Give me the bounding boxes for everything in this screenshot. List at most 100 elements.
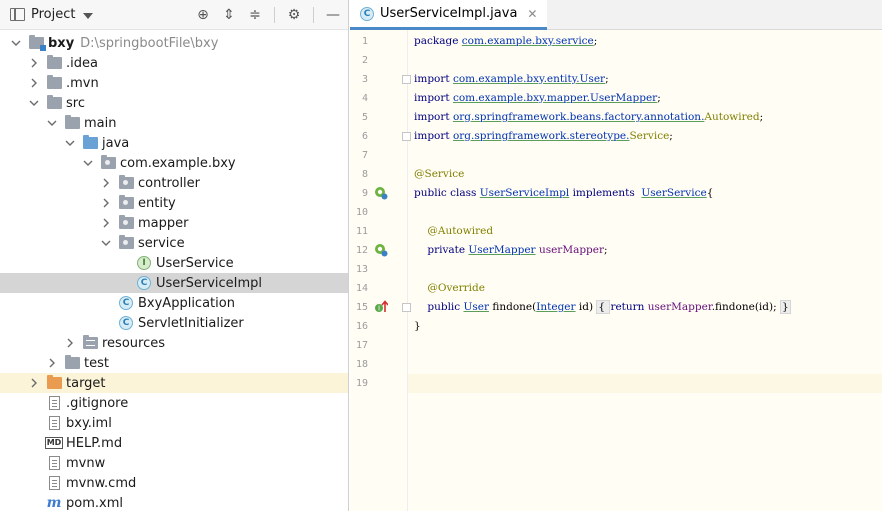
tree-node[interactable]: test bbox=[0, 353, 348, 373]
tree-node[interactable]: mvnw.cmd bbox=[0, 473, 348, 493]
line-number: 13 bbox=[355, 264, 368, 275]
tree-node[interactable]: C BxyApplication bbox=[0, 293, 348, 313]
code-token: UserMapper bbox=[468, 244, 536, 256]
collapse-all-icon[interactable]: ≑ bbox=[246, 6, 264, 24]
code-line[interactable]: import org.springframework.stereotype.Se… bbox=[414, 127, 673, 146]
tree-node-label: .idea bbox=[66, 55, 98, 71]
code-line[interactable]: @Override bbox=[414, 279, 485, 298]
tree-node[interactable]: I UserService bbox=[0, 253, 348, 273]
locate-icon[interactable]: ⊕ bbox=[194, 6, 212, 24]
tree-node-label: controller bbox=[138, 175, 201, 191]
chevron-down-icon[interactable] bbox=[28, 97, 40, 109]
tree-node[interactable]: service bbox=[0, 233, 348, 253]
tree-node[interactable]: mvnw bbox=[0, 453, 348, 473]
tree-node[interactable]: main bbox=[0, 113, 348, 133]
code-line[interactable]: private UserMapper userMapper; bbox=[414, 241, 607, 260]
line-number: 3 bbox=[361, 74, 368, 85]
chevron-right-icon[interactable] bbox=[64, 337, 76, 349]
project-tool-window: Project ⊕ ⇕ ≑ ⚙ — bxy D:\springbootFile\bxy .i… bbox=[0, 0, 349, 511]
tree-node[interactable]: .idea bbox=[0, 53, 348, 73]
tree-node[interactable]: C ServletInitializer bbox=[0, 313, 348, 333]
folder-icon bbox=[46, 75, 62, 90]
fold-icon[interactable] bbox=[402, 132, 411, 141]
chevron-down-icon[interactable] bbox=[64, 137, 76, 149]
code-token: UserService bbox=[641, 187, 707, 199]
package-dot bbox=[122, 240, 128, 245]
tree-node-label: entity bbox=[138, 195, 176, 211]
fold-icon[interactable] bbox=[402, 303, 411, 312]
tree-node-label: main bbox=[84, 115, 117, 131]
toolbar-separator bbox=[313, 7, 314, 23]
implements-method-icon[interactable]: I bbox=[374, 300, 389, 314]
tree-node[interactable]: MD HELP.md bbox=[0, 433, 348, 453]
tree-node[interactable]: src bbox=[0, 93, 348, 113]
code-token: org.springframework.beans.factory.annota… bbox=[452, 111, 705, 123]
folder-shape bbox=[118, 235, 134, 249]
chevron-down-icon[interactable] bbox=[82, 157, 94, 169]
tree-node[interactable]: mapper bbox=[0, 213, 348, 233]
java-class-icon: C bbox=[136, 276, 152, 290]
project-tree[interactable]: bxy D:\springbootFile\bxy .idea .mvn src main… bbox=[0, 30, 348, 511]
code-line[interactable]: import org.springframework.beans.factory… bbox=[414, 108, 763, 127]
settings-icon[interactable]: ⚙ bbox=[285, 6, 303, 24]
line-number: 15 bbox=[355, 302, 368, 313]
chevron-right-icon[interactable] bbox=[28, 377, 40, 389]
chevron-right-icon[interactable] bbox=[28, 77, 40, 89]
code-line[interactable]: package com.example.bxy.service; bbox=[414, 32, 597, 51]
chevron-right-icon[interactable] bbox=[28, 57, 40, 69]
chevron-down-icon[interactable] bbox=[10, 37, 22, 49]
chevron-down-icon[interactable] bbox=[100, 237, 112, 249]
expand-all-icon[interactable]: ⇕ bbox=[220, 6, 238, 24]
tree-node-label: bxy bbox=[48, 35, 75, 51]
tree-node[interactable]: bxy D:\springbootFile\bxy bbox=[0, 33, 348, 53]
chevron-down-icon[interactable] bbox=[46, 117, 58, 129]
tree-node[interactable]: com.example.bxy bbox=[0, 153, 348, 173]
code-token: } bbox=[414, 320, 421, 332]
code-line[interactable]: @Autowired bbox=[414, 222, 493, 241]
chevron-right-icon[interactable] bbox=[100, 197, 112, 209]
code-token: Service bbox=[629, 130, 670, 142]
project-view-selector[interactable]: Project bbox=[31, 7, 75, 22]
package-dot bbox=[104, 160, 110, 165]
tree-node[interactable]: .mvn bbox=[0, 73, 348, 93]
code-line[interactable]: import com.example.bxy.entity.User; bbox=[414, 70, 609, 89]
code-line[interactable]: public User findone(Integer id) { return… bbox=[414, 298, 791, 317]
fold-icon[interactable] bbox=[402, 75, 411, 84]
file-icon bbox=[46, 416, 62, 430]
tree-node[interactable]: controller bbox=[0, 173, 348, 193]
code-line[interactable]: @Service bbox=[414, 165, 464, 184]
code-editor[interactable]: 1 2 3 4 5 6 7 8 9 10 11 12 13 14 15 I 16 17 18 19 package c… bbox=[350, 30, 882, 511]
line-number: 1 bbox=[361, 36, 368, 47]
resource-lines bbox=[85, 340, 95, 346]
spring-bean-icon[interactable] bbox=[374, 186, 388, 200]
tree-node[interactable]: target bbox=[0, 373, 348, 393]
code-line[interactable]: import com.example.bxy.mapper.UserMapper… bbox=[414, 89, 661, 108]
tree-node[interactable]: resources bbox=[0, 333, 348, 353]
close-icon[interactable]: ✕ bbox=[527, 7, 537, 21]
hide-icon[interactable]: — bbox=[324, 6, 342, 24]
chevron-right-icon[interactable] bbox=[100, 177, 112, 189]
tree-node[interactable]: C UserServiceImpl bbox=[0, 273, 348, 293]
tree-node[interactable]: java bbox=[0, 133, 348, 153]
folder-icon bbox=[46, 95, 62, 110]
code-line[interactable]: } bbox=[414, 317, 421, 336]
chevron-down-icon[interactable] bbox=[83, 12, 94, 19]
editor-gutter[interactable]: 1 2 3 4 5 6 7 8 9 10 11 12 13 14 15 I 16 17 18 19 bbox=[350, 30, 411, 511]
code-token: import bbox=[414, 111, 453, 123]
spring-bean-icon[interactable] bbox=[374, 243, 388, 257]
chevron-right-icon[interactable] bbox=[46, 357, 58, 369]
tree-node[interactable]: m pom.xml bbox=[0, 493, 348, 511]
folder-shape bbox=[82, 335, 98, 349]
tree-node[interactable]: bxy.iml bbox=[0, 413, 348, 433]
class-badge: C bbox=[137, 276, 151, 290]
tree-node[interactable]: entity bbox=[0, 193, 348, 213]
line-number: 9 bbox=[361, 188, 368, 199]
chevron-right-icon[interactable] bbox=[100, 217, 112, 229]
code-token: userMapper bbox=[538, 244, 605, 256]
java-main-class-icon: C bbox=[118, 296, 134, 310]
editor-tab[interactable]: C UserServiceImpl.java ✕ bbox=[350, 0, 548, 30]
code-line[interactable]: public class UserServiceImpl implements … bbox=[414, 184, 713, 203]
tree-node[interactable]: .gitignore bbox=[0, 393, 348, 413]
